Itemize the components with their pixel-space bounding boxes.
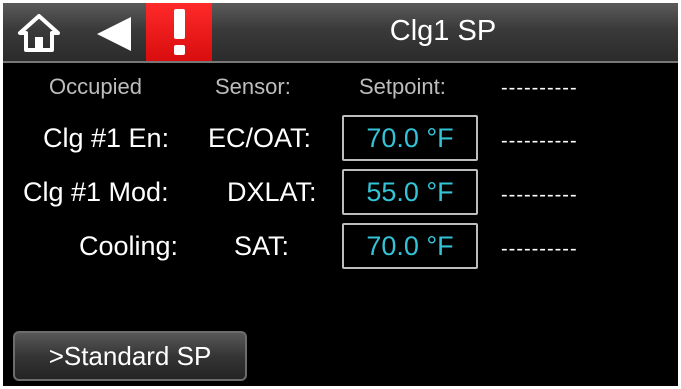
row-sensor-ec-oat: EC/OAT: — [208, 123, 312, 153]
row-label-clg1-en: Clg #1 En: — [43, 123, 170, 153]
sensor-header: Sensor: — [215, 74, 291, 99]
exclamation-icon — [174, 9, 185, 39]
back-arrow-icon — [97, 17, 131, 51]
alarm-button[interactable] — [146, 3, 212, 61]
row-sensor-sat: SAT: — [234, 231, 290, 261]
exclamation-dot — [174, 45, 185, 55]
home-button[interactable] — [17, 13, 61, 53]
row-extra-clg1-mod: ---------- — [501, 184, 578, 206]
header-bar: Clg1 SP — [3, 3, 678, 63]
setpoint-header: Setpoint: — [359, 74, 446, 99]
row-label-clg1-mod: Clg #1 Mod: — [23, 177, 169, 207]
status-header: Occupied — [49, 74, 142, 99]
standard-sp-button[interactable]: >Standard SP — [13, 331, 247, 381]
setpoint-field-clg1-en[interactable]: 70.0 °F — [342, 115, 478, 161]
setpoint-field-clg1-mod[interactable]: 55.0 °F — [342, 169, 478, 215]
row-extra-clg1-en: ---------- — [501, 130, 578, 152]
row-sensor-dxlat: DXLAT: — [227, 177, 317, 207]
hmi-screen: Clg1 SP Occupied Sensor: Setpoint: -----… — [3, 3, 678, 386]
extra-header: ---------- — [501, 77, 578, 99]
setpoint-panel: Occupied Sensor: Setpoint: ---------- Cl… — [3, 63, 678, 386]
back-button[interactable] — [93, 15, 133, 53]
page-title: Clg1 SP — [389, 15, 497, 47]
setpoint-field-cooling[interactable]: 70.0 °F — [342, 223, 478, 269]
row-extra-cooling: ---------- — [501, 238, 578, 260]
row-label-cooling: Cooling: — [79, 231, 179, 261]
home-icon — [18, 14, 60, 52]
